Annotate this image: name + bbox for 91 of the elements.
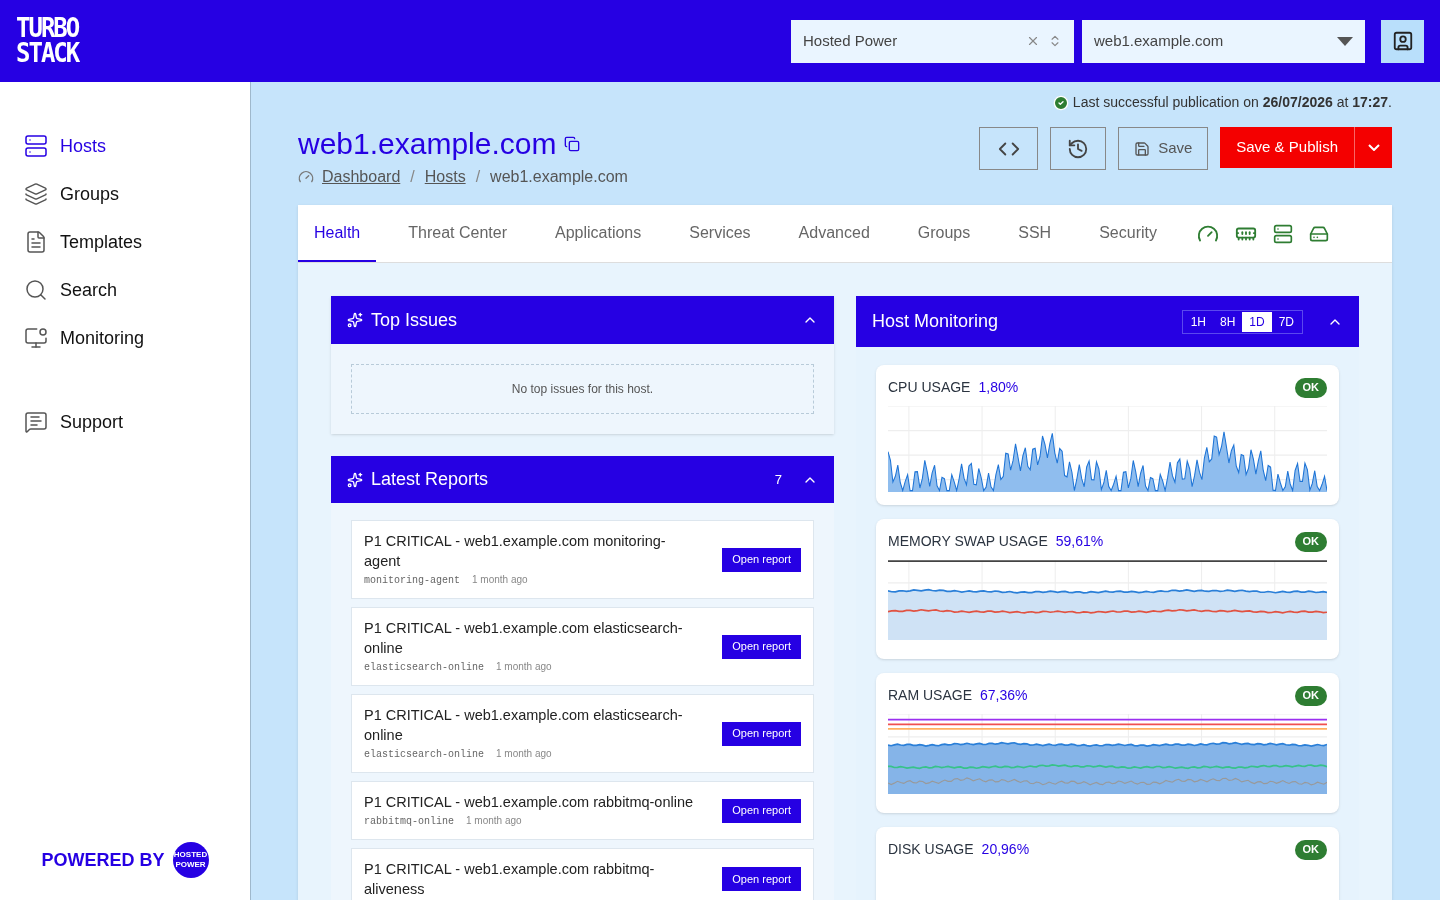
nav-item[interactable]: Hosts: [0, 122, 250, 170]
open-report-button[interactable]: Open report: [722, 721, 801, 746]
panel-title: Top Issues: [371, 308, 459, 332]
open-report-button[interactable]: Open report: [722, 867, 801, 891]
powered-by-text: POWERED BY: [41, 848, 165, 872]
history-button[interactable]: [1050, 127, 1107, 170]
open-report-button[interactable]: Open report: [722, 634, 801, 659]
panel-title: Host Monitoring: [872, 310, 1000, 333]
report-title: P1 CRITICAL - web1.example.com elasticsearch-online: [364, 619, 684, 658]
check-icon: [1052, 94, 1069, 111]
caret-icon: [1337, 36, 1353, 46]
sparkle-icon: [347, 312, 363, 328]
tab[interactable]: Security: [1083, 205, 1173, 262]
user-icon: [1391, 30, 1414, 52]
profile-button[interactable]: [1381, 19, 1424, 63]
report-count: 7: [774, 470, 782, 489]
copy-icon[interactable]: [564, 136, 581, 152]
chevron-icon: [1367, 144, 1380, 151]
server-icon: [24, 134, 48, 158]
layers-icon: [24, 182, 48, 206]
panel-title: Latest Reports: [371, 468, 490, 491]
publication-status: Last successful publication on 26/07/2026 at 17:27.: [1072, 93, 1392, 112]
monitor-icon: [24, 326, 48, 350]
search-icon: [24, 278, 48, 302]
breadcrumb-separator: /: [409, 167, 416, 187]
save-button[interactable]: Save: [1118, 127, 1209, 170]
report-title: P1 CRITICAL - web1.example.com monitoring-agent: [364, 532, 667, 571]
organization-select[interactable]: Hosted Power: [791, 19, 1074, 63]
report-time: 1 month ago: [496, 660, 552, 674]
nav-item[interactable]: Search: [0, 266, 250, 314]
breadcrumb-current: web1.example.com: [490, 167, 628, 187]
status-badge: OK: [1294, 839, 1327, 860]
metric-value: 67,36%: [980, 686, 1029, 705]
range-toggle[interactable]: 1D: [1242, 311, 1272, 332]
tab[interactable]: SSH: [1002, 205, 1068, 262]
range-toggle[interactable]: 7D: [1271, 311, 1301, 332]
report-title: P1 CRITICAL - web1.example.com elasticsearch-online: [364, 706, 684, 745]
report-time: 1 month ago: [496, 747, 552, 761]
status-badge: OK: [1294, 531, 1327, 552]
report-title: P1 CRITICAL - web1.example.com rabbitmq-aliveness: [364, 860, 656, 899]
tab[interactable]: Advanced: [782, 205, 886, 262]
report-source: elasticsearch-online: [364, 661, 485, 675]
report-source: monitoring-agent: [364, 574, 460, 588]
open-report-button[interactable]: Open report: [722, 798, 801, 823]
nav-item[interactable]: Monitoring: [0, 314, 250, 362]
tab[interactable]: Services: [673, 205, 767, 262]
hosted-power-logo[interactable]: HOSTED POWER: [172, 842, 209, 878]
nav-item[interactable]: Groups: [0, 170, 250, 218]
clear-icon[interactable]: [1026, 34, 1040, 48]
metric-label: MEMORY SWAP USAGE: [888, 532, 1048, 551]
publish-button[interactable]: Save & Publish: [1220, 127, 1355, 168]
tab[interactable]: Threat Center: [392, 205, 523, 262]
sparkle-icon: [347, 471, 363, 488]
report-source: elasticsearch-online: [364, 748, 485, 762]
history-icon: [1067, 137, 1090, 160]
nav-item[interactable]: Templates: [0, 218, 250, 266]
panel-header[interactable]: Top Issues: [331, 296, 834, 344]
range-toggle[interactable]: 8H: [1212, 311, 1243, 332]
report-time: 1 month ago: [466, 814, 522, 828]
panel-header[interactable]: Host Monitoring 1H 8H 1D 7D: [856, 296, 1359, 347]
report-source: rabbitmq-online: [364, 815, 454, 829]
code-button[interactable]: [979, 127, 1039, 170]
chat-icon: [24, 410, 48, 434]
panel-header[interactable]: Latest Reports 7: [331, 456, 834, 503]
metric-value: 1,80%: [978, 378, 1020, 397]
breadcrumb-link[interactable]: Hosts: [424, 165, 466, 189]
metric-label: CPU USAGE: [888, 378, 971, 397]
nav-item[interactable]: Support: [0, 398, 250, 446]
tab[interactable]: Groups: [901, 205, 987, 262]
document-icon: [24, 230, 48, 254]
open-report-button[interactable]: Open report: [722, 547, 801, 572]
empty-message: No top issues for this host.: [351, 364, 814, 414]
dashboard-icon: [298, 169, 314, 185]
metric-value: 20,96%: [981, 840, 1031, 859]
report-time: 1 month ago: [472, 573, 528, 587]
metric-label: DISK USAGE: [888, 840, 974, 859]
server-icon[interactable]: [1272, 223, 1293, 244]
tab[interactable]: Health: [298, 205, 377, 262]
logo[interactable]: TURBO STACK: [16, 15, 79, 67]
save-icon: [1134, 140, 1151, 157]
host-select[interactable]: web1.example.com: [1082, 19, 1365, 63]
report-title: P1 CRITICAL - web1.example.com rabbitmq-online: [364, 793, 695, 812]
page-title: web1.example.com: [298, 126, 557, 162]
range-toggle[interactable]: 1H: [1183, 311, 1213, 332]
metric-label: RAM USAGE: [888, 686, 972, 705]
metric-value: 59,61%: [1055, 532, 1105, 551]
breadcrumb-link[interactable]: Dashboard: [322, 165, 401, 189]
status-badge: OK: [1294, 685, 1327, 706]
status-badge: OK: [1294, 377, 1327, 398]
breadcrumb-separator: /: [474, 167, 482, 187]
tab[interactable]: Applications: [538, 205, 658, 262]
